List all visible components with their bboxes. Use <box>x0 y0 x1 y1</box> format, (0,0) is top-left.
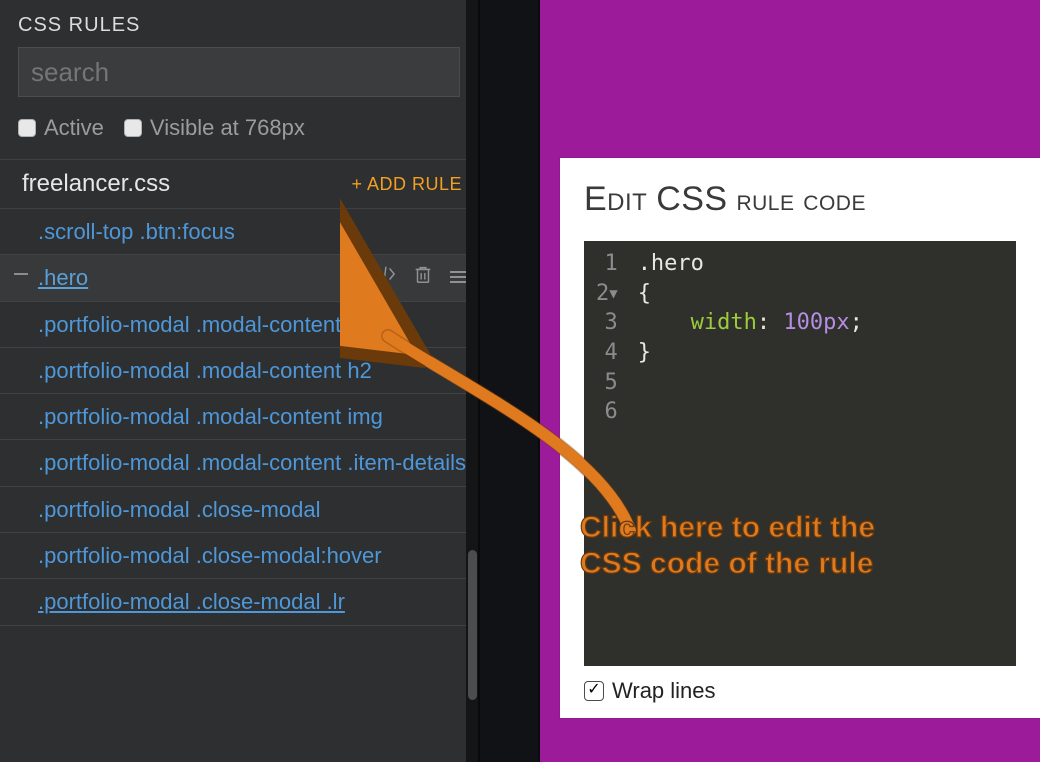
editor-title-word: CSS <box>656 180 727 218</box>
code-content[interactable]: .hero { width: 100px; } <box>626 241 1016 666</box>
panel-title: CSS RULES <box>0 0 478 47</box>
checkbox-icon[interactable] <box>124 119 142 137</box>
rule-item[interactable]: .portfolio-modal .modal-content img <box>0 394 478 440</box>
rule-item[interactable]: .portfolio-modal .close-modal .lr <box>0 579 478 625</box>
line-number: 4 <box>596 338 618 368</box>
line-number: 6 <box>596 397 618 427</box>
code-editor[interactable]: 1 2 ▼ 3 4 5 6 .hero { width: 100px; } <box>584 241 1016 666</box>
editor-title-word: rule code <box>736 184 866 217</box>
rule-label: .portfolio-modal .close-modal .lr <box>38 589 345 614</box>
rule-item[interactable]: .portfolio-modal .close-modal <box>0 487 478 533</box>
rule-label: .portfolio-modal .modal-content h2 <box>38 358 372 383</box>
editor-title: Edit CSS rule code <box>584 180 1016 219</box>
code-value: 100px <box>783 310 849 335</box>
file-name: freelancer.css <box>22 170 170 198</box>
scrollbar-track[interactable] <box>466 0 478 762</box>
rule-label: .portfolio-modal .close-modal:hover <box>38 543 382 568</box>
rule-label: .portfolio-modal .modal-content <box>38 312 341 337</box>
filter-visible-label: Visible at 768px <box>150 115 305 141</box>
search-wrap <box>0 47 478 111</box>
rule-item[interactable]: .scroll-top .btn:focus <box>0 209 478 255</box>
css-rules-panel: CSS RULES Active Visible at 768px freela… <box>0 0 478 762</box>
code-selector: .hero <box>638 251 704 276</box>
rule-label: .portfolio-modal .modal-content img <box>38 404 383 429</box>
rule-label: .portfolio-modal .modal-content .item-de… <box>38 450 466 475</box>
checkbox-icon[interactable] <box>18 119 36 137</box>
rule-list[interactable]: .scroll-top .btn:focus .hero .portfolio-… <box>0 209 478 762</box>
edit-code-icon[interactable] <box>374 263 396 290</box>
preview-area: Edit CSS rule code 1 2 ▼ 3 4 5 6 .hero {… <box>540 0 1040 762</box>
line-number: 1 <box>596 249 618 279</box>
edit-css-card: Edit CSS rule code 1 2 ▼ 3 4 5 6 .hero {… <box>560 158 1040 718</box>
wrap-lines-label: Wrap lines <box>612 678 716 704</box>
scrollbar-thumb[interactable] <box>468 550 477 700</box>
line-number: 2 <box>596 281 609 306</box>
editor-title-word: Edit <box>584 180 647 218</box>
delete-icon[interactable] <box>412 263 434 290</box>
panel-divider <box>478 0 540 762</box>
file-header: freelancer.css + ADD RULE <box>0 159 478 209</box>
fold-icon[interactable]: ▼ <box>609 285 617 304</box>
filter-active[interactable]: Active <box>18 115 104 141</box>
code-property: width <box>691 310 757 335</box>
line-number: 3 <box>596 308 618 338</box>
rule-label: .scroll-top .btn:focus <box>38 219 235 244</box>
rule-item[interactable]: .portfolio-modal .close-modal:hover <box>0 533 478 579</box>
rule-item[interactable]: .portfolio-modal .modal-content h2 <box>0 348 478 394</box>
filter-active-label: Active <box>44 115 104 141</box>
add-rule-button[interactable]: + ADD RULE <box>351 174 462 195</box>
wrap-lines-row[interactable]: Wrap lines <box>584 666 1016 704</box>
rule-label: .hero <box>38 265 88 290</box>
collapse-icon[interactable] <box>14 273 28 275</box>
line-gutter: 1 2 ▼ 3 4 5 6 <box>584 241 626 666</box>
filter-row: Active Visible at 768px <box>0 111 478 159</box>
search-input[interactable] <box>18 47 460 97</box>
rule-item[interactable]: .portfolio-modal .modal-content .item-de… <box>0 440 478 486</box>
rule-label: .portfolio-modal .close-modal <box>38 497 320 522</box>
line-number: 5 <box>596 368 618 398</box>
wrap-lines-checkbox[interactable] <box>584 681 604 701</box>
annotation-marker <box>340 330 364 337</box>
rule-item[interactable]: .portfolio-modal .modal-content <box>0 302 478 348</box>
rule-item-selected[interactable]: .hero <box>0 255 478 301</box>
filter-visible[interactable]: Visible at 768px <box>124 115 305 141</box>
